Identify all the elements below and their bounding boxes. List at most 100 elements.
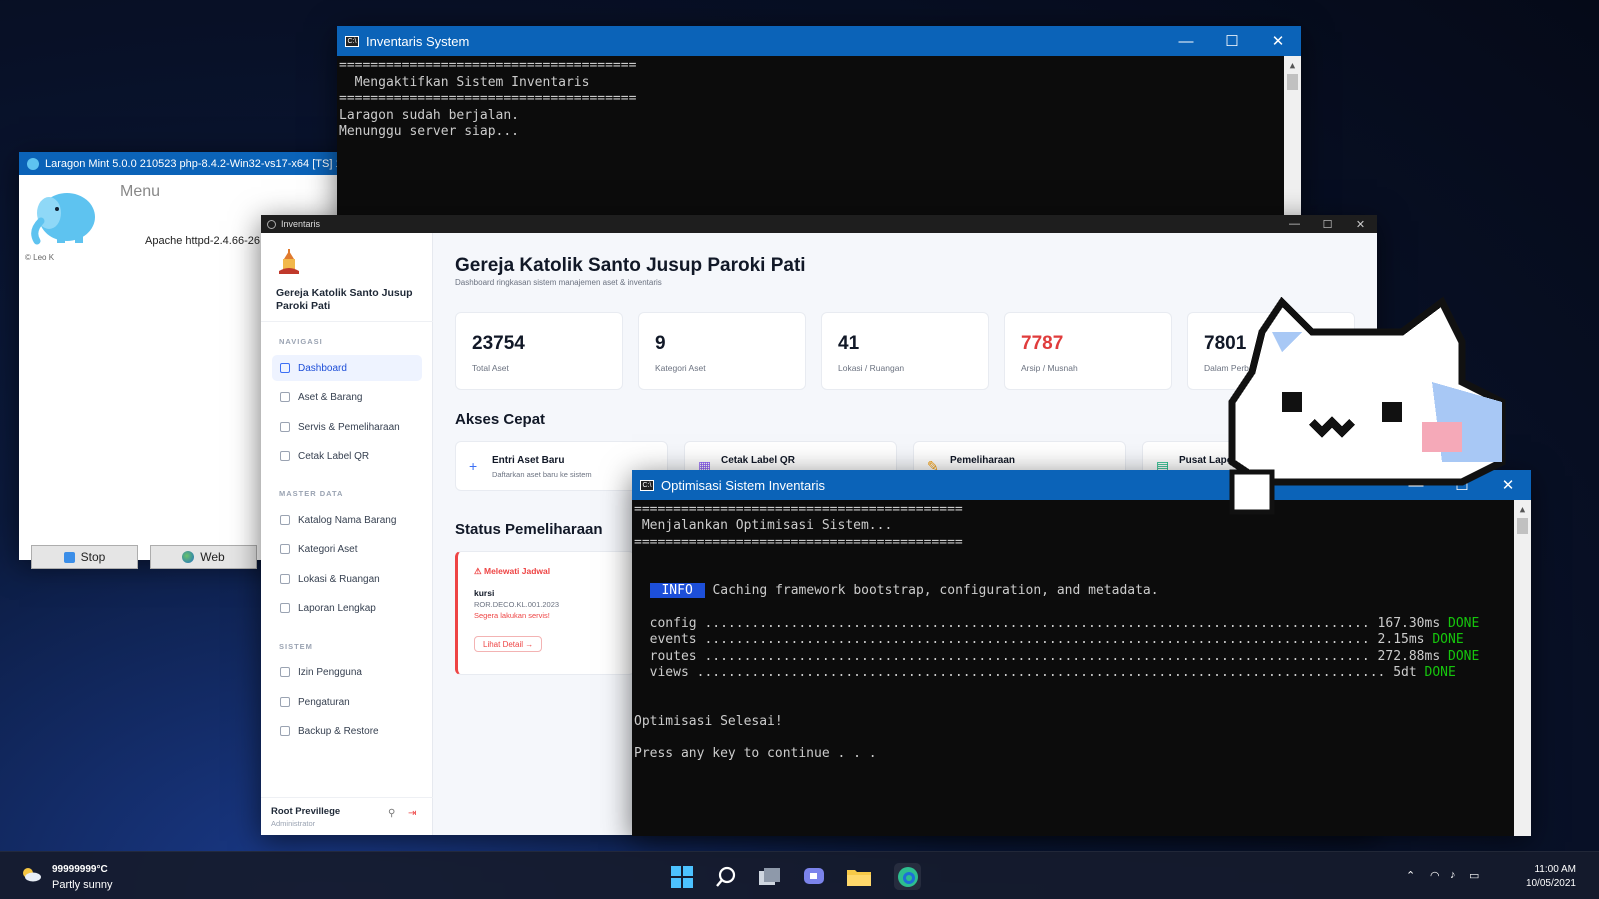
logout-icon[interactable]: ⇥ xyxy=(408,808,416,819)
clock-time[interactable]: 11:00 AM xyxy=(1534,864,1576,875)
user-panel: Root Previllege Administrator ⚲ ⇥ xyxy=(261,797,433,835)
task-line: config .................................… xyxy=(634,616,1480,632)
sidebar-item-label: Kategori Aset xyxy=(298,543,358,555)
stat-value: 23754 xyxy=(472,333,525,354)
console-line: Menunggu server siap... xyxy=(339,124,520,139)
web-button[interactable]: Web xyxy=(150,545,257,569)
task-view-icon[interactable] xyxy=(756,863,783,890)
console-line: ====================================== xyxy=(339,58,637,73)
app-titlebar[interactable]: Inventaris — ☐ ✕ xyxy=(261,215,1377,233)
sidebar-item-pengaturan[interactable]: Pengaturan xyxy=(272,689,422,715)
stat-card-arsip[interactable]: 7787 Arsip / Musnah xyxy=(1004,312,1172,390)
laragon-app-icon xyxy=(27,157,39,170)
page-title: Gereja Katolik Santo Jusup Paroki Pati xyxy=(455,255,806,276)
scrollbar[interactable]: ▲ xyxy=(1284,56,1301,226)
stat-label: Arsip / Musnah xyxy=(1021,363,1078,373)
info-badge: INFO xyxy=(649,583,705,599)
stat-card-lokasi[interactable]: 41 Lokasi / Ruangan xyxy=(821,312,989,390)
sidebar-item-label: Backup & Restore xyxy=(298,725,379,737)
start-icon[interactable] xyxy=(668,863,695,890)
pixel-cat-sticker xyxy=(1228,296,1506,515)
weather-temperature[interactable]: 99999999°C xyxy=(52,864,108,875)
sidebar-item-kategori[interactable]: Kategori Aset xyxy=(272,536,422,562)
scroll-up-icon[interactable]: ▲ xyxy=(1284,58,1301,75)
battery-icon[interactable]: ▭ xyxy=(1469,869,1479,882)
warning-icon: ⚠ xyxy=(474,566,484,576)
document-icon xyxy=(280,603,290,613)
user-icon[interactable]: ⚲ xyxy=(388,808,395,819)
scrollbar-thumb[interactable] xyxy=(1287,74,1298,90)
console-line: Mengaktifkan Sistem Inventaris xyxy=(339,74,590,90)
clock-date[interactable]: 10/05/2021 xyxy=(1526,878,1576,889)
sidebar-item-katalog[interactable]: Katalog Nama Barang xyxy=(272,507,422,533)
close-icon[interactable]: ✕ xyxy=(1344,215,1377,233)
wifi-icon[interactable]: ◠ xyxy=(1430,869,1440,882)
console-titlebar[interactable]: C:\ Inventaris System — ☐ ✕ xyxy=(337,26,1301,56)
info-text: Caching framework bootstrap, configurati… xyxy=(704,583,1159,599)
volume-icon[interactable]: ♪ xyxy=(1450,869,1456,881)
console-title: Inventaris System xyxy=(366,33,470,49)
console-line: Laragon sudah berjalan. xyxy=(339,107,520,123)
stop-button[interactable]: Stop xyxy=(31,545,138,569)
app-title: Inventaris xyxy=(281,219,321,229)
maximize-icon[interactable]: ☐ xyxy=(1311,215,1344,233)
search-icon[interactable] xyxy=(712,863,739,890)
chevron-up-icon[interactable]: ⌃ xyxy=(1406,869,1415,882)
sidebar-item-izin[interactable]: Izin Pengguna xyxy=(272,659,422,685)
web-label: Web xyxy=(200,550,225,564)
scrollbar[interactable]: ▲ xyxy=(1514,500,1531,836)
maintenance-status-title: Status Pemeliharaan xyxy=(455,521,603,538)
location-icon xyxy=(280,574,290,584)
maint-note: Segera lakukan servis! xyxy=(474,611,550,620)
globe-icon xyxy=(182,551,195,563)
file-explorer-icon[interactable] xyxy=(845,863,872,890)
tag-icon xyxy=(280,544,290,554)
sidebar-item-label: Cetak Label QR xyxy=(298,450,370,462)
sidebar-item-label: Aset & Barang xyxy=(298,391,363,403)
elephant-logo-icon xyxy=(31,193,95,245)
sidebar-item-backup[interactable]: Backup & Restore xyxy=(272,718,422,744)
app-icon xyxy=(267,219,276,229)
partly-sunny-icon[interactable] xyxy=(20,866,42,882)
stop-icon xyxy=(63,551,75,563)
stat-card-kategori[interactable]: 9 Kategori Aset xyxy=(638,312,806,390)
console-output: ====================================== M… xyxy=(337,56,1301,226)
done-line: Optimisasi Selesai! xyxy=(634,713,783,729)
minimize-icon[interactable]: — xyxy=(1278,215,1311,233)
wrench-icon xyxy=(280,422,290,432)
laragon-menu[interactable]: Menu xyxy=(120,183,160,201)
sidebar-item-aset-barang[interactable]: Aset & Barang xyxy=(272,384,422,410)
optimisasi-console[interactable]: C:\ Optimisasi Sistem Inventaris — ☐ ✕ =… xyxy=(632,470,1531,836)
stat-value: 41 xyxy=(838,333,860,354)
sidebar-item-lokasi[interactable]: Lokasi & Ruangan xyxy=(272,566,422,592)
divider xyxy=(261,321,433,322)
sidebar-item-label: Pengaturan xyxy=(298,696,350,708)
sidebar-item-label: Servis & Pemeliharaan xyxy=(298,421,400,433)
sidebar-item-laporan[interactable]: Laporan Lengkap xyxy=(272,595,422,621)
page-subtitle: Dashboard ringkasan sistem manajemen ase… xyxy=(455,278,662,287)
close-icon[interactable]: ✕ xyxy=(1255,26,1301,56)
inventaris-system-console[interactable]: C:\ Inventaris System — ☐ ✕ ============… xyxy=(337,26,1301,226)
gear-icon xyxy=(280,697,290,707)
edge-icon[interactable] xyxy=(894,863,921,890)
task-line: views ..................................… xyxy=(634,664,1456,680)
plus-icon: + xyxy=(469,458,478,474)
shield-icon xyxy=(280,667,290,677)
stat-label: Lokasi / Ruangan xyxy=(838,363,905,373)
chat-icon[interactable] xyxy=(800,863,827,890)
maximize-icon[interactable]: ☐ xyxy=(1209,26,1255,56)
sidebar-item-dashboard[interactable]: Dashboard xyxy=(272,355,422,381)
minimize-icon[interactable]: — xyxy=(1163,26,1209,56)
sidebar-item-servis[interactable]: Servis & Pemeliharaan xyxy=(272,414,422,440)
console-line: ====================================== xyxy=(339,91,637,106)
quick-title: Cetak Label QR xyxy=(721,455,795,466)
quick-title: Entri Aset Baru xyxy=(492,455,565,466)
stat-label: Total Aset xyxy=(472,363,509,373)
stop-label: Stop xyxy=(80,550,106,564)
weather-description[interactable]: Partly sunny xyxy=(52,879,113,891)
detail-button[interactable]: Lihat Detail → xyxy=(474,636,543,652)
console-icon: C:\ xyxy=(345,35,359,47)
quick-sub: Daftarkan aset baru ke sistem xyxy=(492,470,592,479)
sidebar-item-cetak-label[interactable]: Cetak Label QR xyxy=(272,443,422,469)
stat-card-total-aset[interactable]: 23754 Total Aset xyxy=(455,312,623,390)
